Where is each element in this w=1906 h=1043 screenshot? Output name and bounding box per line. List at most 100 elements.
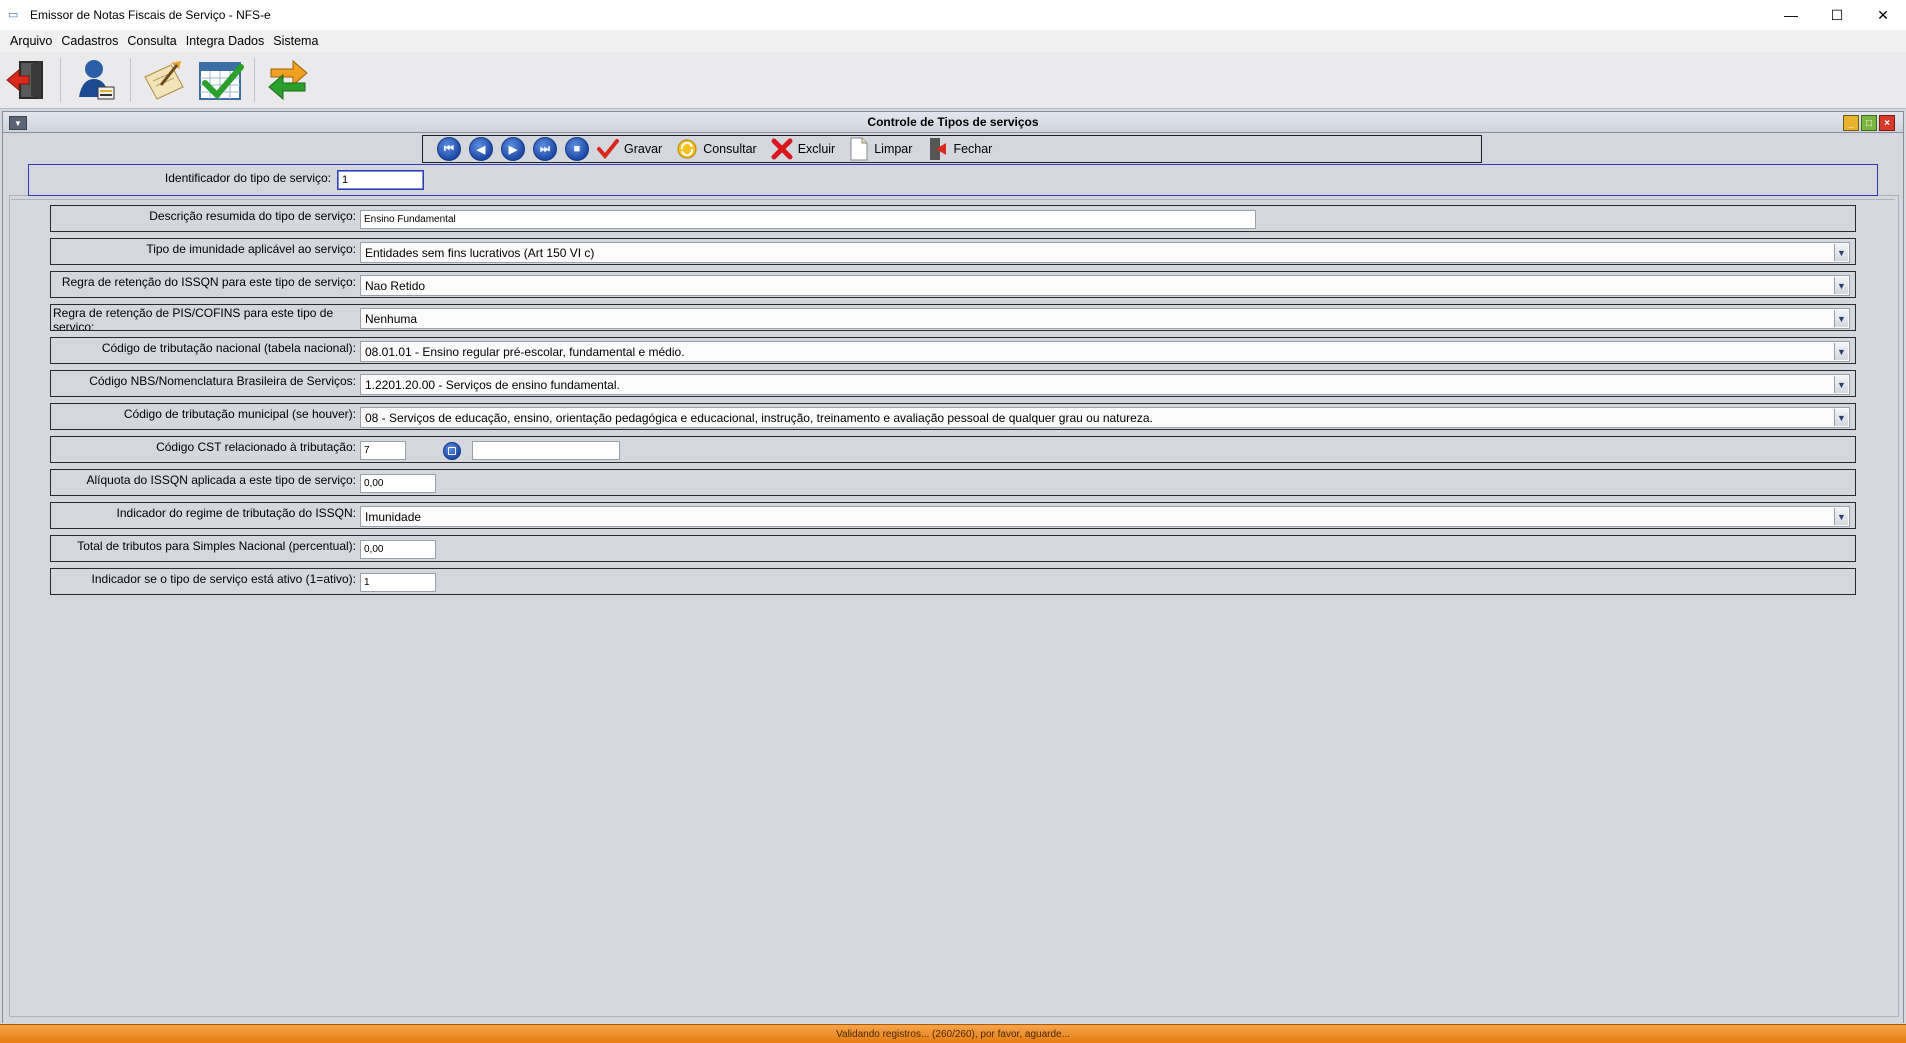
check-icon	[597, 139, 619, 159]
cst-code-row: Código CST relacionado à tributação: 7	[50, 436, 1856, 463]
nbs-code-select[interactable]: 1.2201.20.00 - Serviços de ensino fundam…	[360, 374, 1850, 395]
last-record-button[interactable]: ⏭	[533, 137, 557, 161]
immunity-type-label: Tipo de imunidade aplicável ao serviço:	[146, 242, 356, 256]
active-indicator-label: Indicador se o tipo de serviço está ativ…	[91, 572, 356, 586]
immunity-type-value: Entidades sem fins lucrativos (Art 150 V…	[365, 246, 595, 260]
first-record-button[interactable]: ⏮	[437, 137, 461, 161]
sync-button[interactable]	[264, 56, 312, 104]
menu-sistema[interactable]: Sistema	[273, 34, 318, 48]
nbs-code-label: Código NBS/Nomenclatura Brasileira de Se…	[89, 374, 356, 388]
query-label: Consultar	[703, 142, 757, 156]
cst-code-input[interactable]: 7	[360, 441, 406, 460]
internal-frame-titlebar: ▼ Controle de Tipos de serviços _ □ ×	[2, 111, 1904, 133]
frame-maximize-button[interactable]: □	[1861, 115, 1877, 131]
save-button[interactable]: Gravar	[597, 139, 662, 159]
menu-bar: Arquivo Cadastros Consulta Integra Dados…	[0, 30, 1906, 52]
cst-lookup-button[interactable]	[443, 442, 461, 460]
chevron-down-icon[interactable]: ▼	[1834, 277, 1848, 294]
query-button[interactable]: Consultar	[676, 138, 757, 160]
immunity-type-select[interactable]: Entidades sem fins lucrativos (Art 150 V…	[360, 242, 1850, 263]
previous-record-icon: ◀	[476, 143, 486, 156]
municipal-tax-code-row: Código de tributação municipal (se houve…	[50, 403, 1856, 430]
description-row: Descrição resumida do tipo de serviço: E…	[50, 205, 1856, 232]
record-navigation-bar: ⏮ ◀ ▶ ⏭ ■ Gravar Consultar Excluir Limpa…	[422, 135, 1482, 163]
pis-cofins-retention-value: Nenhuma	[365, 312, 418, 326]
menu-arquivo[interactable]: Arquivo	[10, 34, 52, 48]
chevron-down-icon[interactable]: ▼	[1834, 244, 1848, 261]
stop-button[interactable]: ■	[565, 137, 589, 161]
status-text: Validando registros... (260/260), por fa…	[836, 1028, 1070, 1040]
chevron-down-icon[interactable]: ▼	[1834, 508, 1848, 525]
national-tax-code-label: Código de tributação nacional (tabela na…	[101, 341, 356, 355]
edit-notes-button[interactable]	[140, 56, 188, 104]
frame-menu-button[interactable]: ▼	[9, 116, 27, 130]
delete-button[interactable]: Excluir	[771, 138, 835, 160]
issqn-retention-value: Nao Retido	[365, 279, 426, 293]
description-label: Descrição resumida do tipo de serviço:	[149, 209, 356, 223]
identifier-label: Identificador do tipo de serviço:	[164, 171, 331, 185]
main-toolbar	[0, 52, 1906, 109]
issqn-retention-label: Regra de retenção do ISSQN para este tip…	[61, 275, 356, 289]
minimize-window-button[interactable]: —	[1768, 0, 1814, 30]
pis-cofins-retention-label: Regra de retenção de PIS/COFINS para est…	[53, 306, 334, 330]
issqn-rate-label: Alíquota do ISSQN aplicada a este tipo d…	[86, 473, 357, 487]
user-admin-icon	[79, 60, 115, 100]
next-record-button[interactable]: ▶	[501, 137, 525, 161]
app-logo-icon: ▭	[8, 9, 19, 21]
exit-door-icon	[6, 61, 43, 99]
users-button[interactable]	[72, 56, 120, 104]
issqn-retention-row: Regra de retenção do ISSQN para este tip…	[50, 271, 1856, 298]
frame-title: Controle de Tipos de serviços	[867, 115, 1039, 129]
national-tax-code-value: 08.01.01 - Ensino regular pré-escolar, f…	[365, 345, 685, 359]
identifier-row: Identificador do tipo de serviço: 1	[28, 164, 1878, 196]
next-record-icon: ▶	[508, 143, 518, 156]
last-record-icon: ⏭	[540, 142, 550, 155]
cst-description-input[interactable]	[472, 441, 620, 460]
calendar-check-button[interactable]	[196, 56, 246, 104]
menu-integra-dados[interactable]: Integra Dados	[186, 34, 265, 48]
active-indicator-input[interactable]: 1	[360, 573, 436, 592]
municipal-tax-code-label: Código de tributação municipal (se houve…	[123, 407, 356, 421]
national-tax-code-row: Código de tributação nacional (tabela na…	[50, 337, 1856, 364]
close-window-button[interactable]: ✕	[1860, 0, 1906, 30]
issqn-regime-select[interactable]: Imunidade ▼	[360, 506, 1850, 527]
close-form-button[interactable]: Fechar	[926, 137, 992, 161]
status-bar: Validando registros... (260/260), por fa…	[0, 1024, 1906, 1043]
issqn-retention-select[interactable]: Nao Retido ▼	[360, 275, 1850, 296]
chevron-down-icon[interactable]: ▼	[1834, 409, 1848, 426]
identifier-input[interactable]: 1	[337, 170, 424, 190]
active-indicator-row: Indicador se o tipo de serviço está ativ…	[50, 568, 1856, 595]
clear-label: Limpar	[874, 142, 913, 156]
pis-cofins-retention-select[interactable]: Nenhuma ▼	[360, 308, 1850, 329]
chevron-down-icon[interactable]: ▼	[1834, 343, 1848, 360]
maximize-window-button[interactable]: ☐	[1814, 0, 1860, 30]
description-input[interactable]: Ensino Fundamental	[360, 210, 1256, 229]
issqn-regime-row: Indicador do regime de tributação do ISS…	[50, 502, 1856, 529]
chevron-down-icon[interactable]: ▼	[1834, 376, 1848, 393]
cst-code-label: Código CST relacionado à tributação:	[156, 440, 356, 454]
clear-button[interactable]: Limpar	[849, 137, 912, 161]
menu-cadastros[interactable]: Cadastros	[61, 34, 118, 48]
municipal-tax-code-select[interactable]: 08 - Serviços de educação, ensino, orien…	[360, 407, 1850, 428]
issqn-rate-input[interactable]: 0,00	[360, 474, 436, 493]
lookup-icon	[448, 447, 456, 455]
menu-consulta[interactable]: Consulta	[127, 34, 176, 48]
issqn-regime-label: Indicador do regime de tributação do ISS…	[116, 506, 356, 520]
frame-close-button[interactable]: ×	[1879, 115, 1895, 131]
divider	[11, 199, 1895, 200]
frame-minimize-button[interactable]: _	[1843, 115, 1859, 131]
previous-record-button[interactable]: ◀	[469, 137, 493, 161]
simples-nacional-label: Total de tributos para Simples Nacional …	[77, 539, 356, 553]
save-label: Gravar	[624, 142, 663, 156]
issqn-rate-row: Alíquota do ISSQN aplicada a este tipo d…	[50, 469, 1856, 496]
national-tax-code-select[interactable]: 08.01.01 - Ensino regular pré-escolar, f…	[360, 341, 1850, 362]
exit-door-small-icon	[926, 137, 948, 161]
title-bar: ▭ Emissor de Notas Fiscais de Serviço - …	[0, 0, 1906, 30]
edit-notes-icon	[144, 61, 184, 100]
pis-cofins-retention-row: Regra de retenção de PIS/COFINS para est…	[50, 304, 1856, 331]
chevron-down-icon[interactable]: ▼	[1834, 310, 1848, 327]
simples-nacional-input[interactable]: 0,00	[360, 540, 436, 559]
close-form-label: Fechar	[953, 142, 993, 156]
refresh-icon	[676, 138, 698, 160]
exit-button[interactable]	[4, 56, 52, 104]
